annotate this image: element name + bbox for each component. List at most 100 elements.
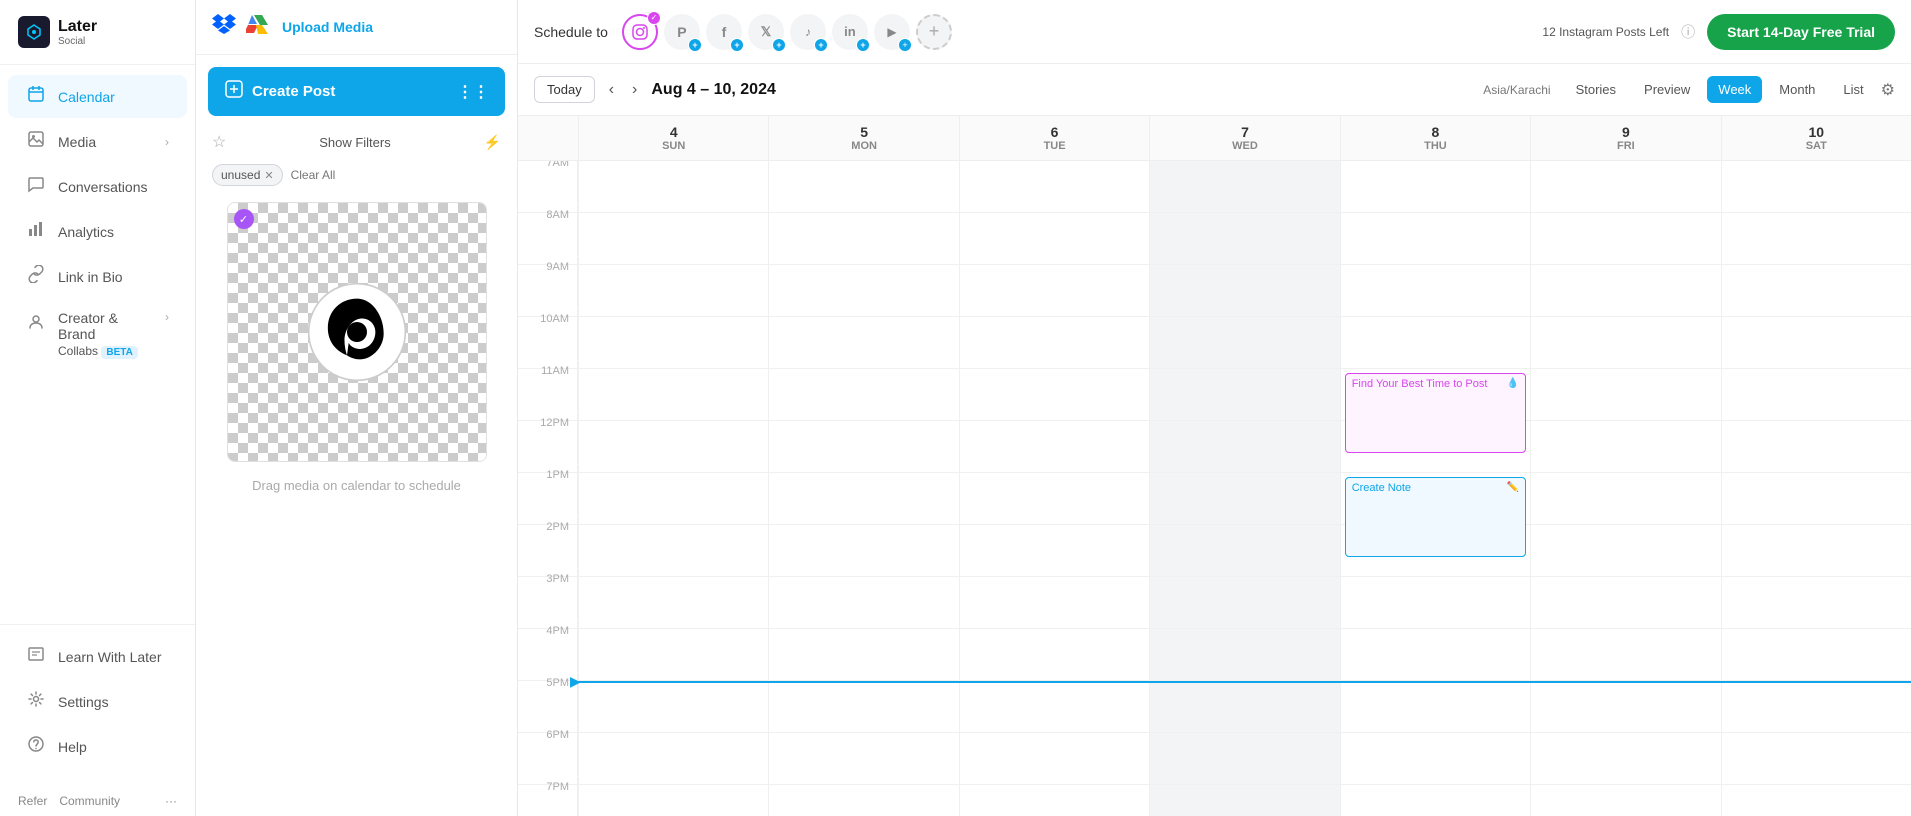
calendar-cell[interactable] (959, 265, 1149, 316)
trial-button[interactable]: Start 14-Day Free Trial (1707, 14, 1895, 50)
sidebar-item-learn[interactable]: Learn With Later (8, 635, 187, 678)
event-find-best-time[interactable]: Find Your Best Time to Post 💧 (1345, 373, 1526, 453)
calendar-cell[interactable] (1721, 577, 1911, 628)
sidebar-item-analytics[interactable]: Analytics (8, 210, 187, 253)
calendar-cell[interactable] (768, 265, 958, 316)
social-icon-instagram[interactable]: ✓ (622, 14, 658, 50)
next-arrow[interactable]: › (628, 77, 641, 103)
calendar-cell[interactable] (578, 317, 768, 368)
calendar-cell[interactable] (1530, 681, 1720, 732)
calendar-cell[interactable] (1149, 421, 1339, 472)
gdrive-icon[interactable] (246, 12, 270, 42)
calendar-cell[interactable] (578, 369, 768, 420)
calendar-cell[interactable] (1721, 629, 1911, 680)
create-post-button[interactable]: Create Post ⋮⋮ (208, 67, 505, 116)
calendar-cell[interactable] (1530, 317, 1720, 368)
calendar-cell[interactable] (1149, 317, 1339, 368)
social-icon-linkedin[interactable]: in + (832, 14, 868, 50)
calendar-cell[interactable] (959, 213, 1149, 264)
calendar-cell[interactable] (1530, 785, 1720, 816)
calendar-settings-icon[interactable]: ⚙ (1881, 80, 1895, 100)
calendar-cell[interactable] (1149, 161, 1339, 212)
calendar-cell[interactable] (578, 421, 768, 472)
calendar-cell[interactable] (1340, 213, 1530, 264)
calendar-cell[interactable] (1721, 369, 1911, 420)
info-icon[interactable]: ⓘ (1681, 22, 1695, 42)
calendar-cell[interactable] (1721, 733, 1911, 784)
show-filters-button[interactable]: Show Filters (319, 135, 391, 150)
calendar-cell[interactable] (959, 161, 1149, 212)
calendar-cell[interactable] (959, 421, 1149, 472)
prev-arrow[interactable]: ‹ (605, 77, 618, 103)
calendar-cell[interactable] (578, 265, 768, 316)
calendar-cell[interactable] (1149, 265, 1339, 316)
calendar-cell[interactable] (768, 213, 958, 264)
calendar-cell[interactable] (1340, 161, 1530, 212)
calendar-body[interactable]: 7AM8AM9AM10AM11AMFind Your Best Time to … (518, 161, 1911, 816)
social-icon-twitter[interactable]: 𝕏 + (748, 14, 784, 50)
view-preview-button[interactable]: Preview (1633, 76, 1701, 103)
social-icon-tiktok[interactable]: ♪ + (790, 14, 826, 50)
calendar-cell[interactable] (959, 369, 1149, 420)
calendar-cell[interactable] (578, 525, 768, 576)
calendar-cell[interactable] (1530, 577, 1720, 628)
calendar-cell[interactable] (768, 785, 958, 816)
calendar-cell[interactable] (768, 681, 958, 732)
calendar-cell[interactable] (768, 369, 958, 420)
calendar-cell[interactable] (959, 577, 1149, 628)
calendar-cell[interactable] (578, 785, 768, 816)
calendar-cell[interactable] (1530, 213, 1720, 264)
add-social-button[interactable]: + (916, 14, 952, 50)
calendar-cell[interactable] (1530, 629, 1720, 680)
calendar-cell[interactable] (768, 525, 958, 576)
clear-all-button[interactable]: Clear All (291, 168, 336, 182)
calendar-cell[interactable] (1530, 161, 1720, 212)
footer-refer[interactable]: Refer (18, 794, 47, 808)
calendar-cell[interactable] (959, 629, 1149, 680)
calendar-cell[interactable] (578, 473, 768, 524)
view-list-button[interactable]: List (1832, 76, 1874, 103)
sidebar-item-linkinbio[interactable]: Link in Bio (8, 255, 187, 298)
calendar-cell[interactable] (578, 213, 768, 264)
sidebar-item-creator[interactable]: Creator & Brand Collabs BETA › (8, 300, 187, 368)
calendar-cell[interactable] (1721, 265, 1911, 316)
today-button[interactable]: Today (534, 76, 595, 103)
calendar-cell[interactable] (1721, 473, 1911, 524)
calendar-cell[interactable] (959, 681, 1149, 732)
calendar-cell[interactable] (1149, 525, 1339, 576)
calendar-cell[interactable] (578, 733, 768, 784)
calendar-cell[interactable] (959, 317, 1149, 368)
calendar-cell[interactable] (1340, 681, 1530, 732)
calendar-cell[interactable] (768, 733, 958, 784)
filter-icon[interactable]: ⚡ (484, 134, 501, 151)
footer-community[interactable]: Community (59, 794, 120, 808)
calendar-cell[interactable] (768, 629, 958, 680)
tag-remove-button[interactable]: ✕ (264, 169, 273, 182)
calendar-cell[interactable] (1721, 525, 1911, 576)
calendar-cell[interactable] (1721, 317, 1911, 368)
calendar-cell[interactable] (1340, 785, 1530, 816)
view-week-button[interactable]: Week (1707, 76, 1762, 103)
calendar-cell[interactable] (1530, 733, 1720, 784)
calendar-cell[interactable] (578, 161, 768, 212)
sidebar-item-settings[interactable]: Settings (8, 680, 187, 723)
calendar-cell[interactable] (959, 733, 1149, 784)
calendar-cell[interactable] (1149, 629, 1339, 680)
calendar-cell[interactable] (1530, 265, 1720, 316)
calendar-cell[interactable] (768, 317, 958, 368)
upload-media-button[interactable]: Upload Media (282, 19, 373, 35)
calendar-cell[interactable] (1530, 525, 1720, 576)
sidebar-item-calendar[interactable]: Calendar (8, 75, 187, 118)
calendar-cell[interactable] (768, 421, 958, 472)
calendar-cell[interactable] (1149, 577, 1339, 628)
calendar-cell[interactable] (578, 681, 768, 732)
calendar-cell[interactable]: Find Your Best Time to Post 💧 (1340, 369, 1530, 420)
view-month-button[interactable]: Month (1768, 76, 1826, 103)
calendar-cell[interactable] (1149, 213, 1339, 264)
social-icon-facebook[interactable]: f + (706, 14, 742, 50)
calendar-cell[interactable] (1149, 681, 1339, 732)
calendar-cell[interactable] (1530, 369, 1720, 420)
calendar-cell[interactable] (1721, 681, 1911, 732)
media-item[interactable]: ✓ (227, 202, 487, 462)
calendar-cell[interactable] (578, 629, 768, 680)
